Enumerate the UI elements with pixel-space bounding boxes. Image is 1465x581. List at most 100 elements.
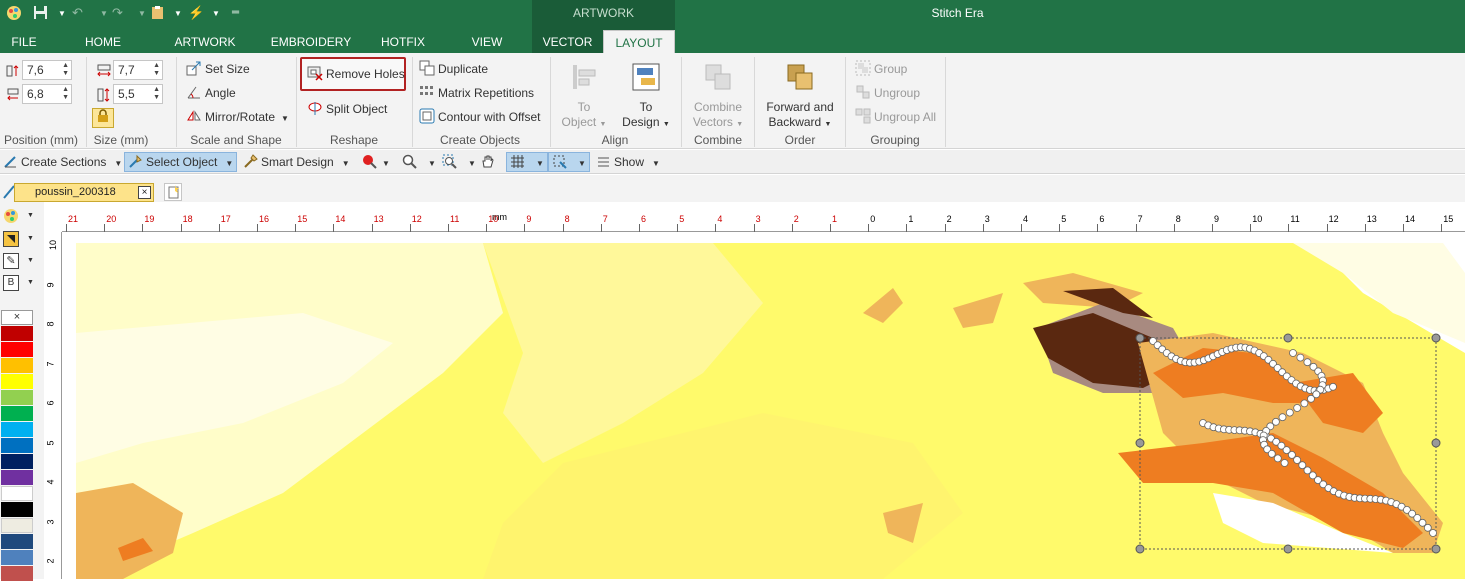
palette-wheel-icon[interactable]	[3, 208, 19, 227]
color-swatch[interactable]	[1, 326, 33, 341]
color-swatch[interactable]	[1, 390, 33, 405]
size-height-field[interactable]: 5,5 ▲ ▼	[113, 84, 163, 104]
color-picker-dropdown-icon[interactable]: ▼	[382, 159, 390, 168]
forward-backward-button[interactable]: Forward and Backward ▼	[762, 62, 838, 132]
zoom-area-dropdown-icon[interactable]: ▼	[468, 159, 476, 168]
pen-dropdown-icon[interactable]: ▼	[27, 257, 34, 264]
to-design-dropdown-icon[interactable]: ▼	[663, 121, 670, 128]
smart-design-tool[interactable]: Smart Design ▼	[243, 152, 350, 172]
undo-icon[interactable]: ↶	[72, 5, 83, 21]
pen-tool-icon[interactable]: ✎	[3, 253, 19, 269]
undo-dropdown-icon[interactable]: ▼	[100, 9, 108, 18]
vector-node[interactable]	[1273, 454, 1282, 463]
grid-tool[interactable]: ▼	[506, 152, 548, 172]
size-width-stepper-icon[interactable]: ▲ ▼	[153, 62, 160, 78]
color-swatch[interactable]	[1, 438, 33, 453]
border-tool-icon[interactable]: B	[3, 275, 19, 291]
mirror-rotate-button[interactable]: Mirror/Rotate ▼	[186, 107, 289, 127]
no-color-swatch[interactable]: ×	[1, 310, 33, 325]
position-y-stepper-icon[interactable]: ▲ ▼	[62, 86, 69, 102]
angle-button[interactable]: Angle	[186, 83, 236, 103]
tab-hotfix[interactable]: HOTFIX	[372, 30, 434, 53]
select-object-dropdown-icon[interactable]: ▼	[225, 159, 233, 168]
show-dropdown-icon[interactable]: ▼	[652, 159, 660, 168]
vector-node[interactable]	[1303, 358, 1312, 367]
vector-node[interactable]	[1429, 529, 1437, 537]
group-button[interactable]: Group	[855, 59, 907, 79]
color-swatch[interactable]	[1, 358, 33, 373]
vector-node[interactable]	[1307, 394, 1315, 403]
color-swatch[interactable]	[1, 374, 33, 389]
duplicate-button[interactable]: Duplicate	[419, 59, 488, 79]
split-object-button[interactable]: Split Object	[307, 99, 387, 119]
vector-node[interactable]	[1285, 408, 1294, 417]
palette-dropdown-icon[interactable]: ▼	[27, 212, 34, 219]
vector-node[interactable]	[1329, 382, 1337, 391]
color-swatch[interactable]	[1, 342, 33, 357]
lock-proportions-toggle[interactable]	[92, 108, 114, 128]
matrix-repetitions-button[interactable]: Matrix Repetitions	[419, 83, 534, 103]
vector-node[interactable]	[1278, 413, 1287, 422]
position-y-field[interactable]: 6,8 ▲ ▼	[22, 84, 72, 104]
vector-node[interactable]	[1280, 459, 1289, 467]
create-sections-dropdown-icon[interactable]: ▼	[114, 159, 122, 168]
snap-dropdown-icon[interactable]: ▼	[578, 159, 586, 168]
zoom-tool[interactable]: ▼	[402, 152, 436, 172]
color-swatch[interactable]	[1, 454, 33, 469]
lightning-icon[interactable]: ⚡	[188, 5, 204, 21]
fill-tool-icon[interactable]	[3, 231, 19, 247]
create-sections-tool[interactable]: Create Sections ▼	[3, 152, 122, 172]
align-to-design-button[interactable]: To Design ▼	[618, 62, 674, 132]
vector-node[interactable]	[1289, 349, 1297, 357]
snap-tool[interactable]: ▼	[548, 152, 590, 172]
show-menu[interactable]: Show ▼	[596, 152, 660, 172]
clipboard-dropdown-icon[interactable]: ▼	[174, 9, 182, 18]
zoom-dropdown-icon[interactable]: ▼	[428, 159, 436, 168]
forward-backward-dropdown-icon[interactable]: ▼	[825, 121, 832, 128]
color-picker-tool[interactable]: ▼	[362, 152, 390, 172]
to-object-dropdown-icon[interactable]: ▼	[600, 121, 607, 128]
vector-node[interactable]	[1296, 353, 1305, 362]
lightning-dropdown-icon[interactable]: ▼	[212, 9, 220, 18]
color-swatch[interactable]	[1, 470, 33, 485]
color-swatch[interactable]	[1, 550, 33, 565]
tab-file[interactable]: FILE	[0, 30, 48, 53]
tab-view[interactable]: VIEW	[461, 30, 513, 53]
customize-qat-icon[interactable]: ═	[232, 7, 239, 18]
size-width-field[interactable]: 7,7 ▲ ▼	[113, 60, 163, 80]
save-dropdown-icon[interactable]: ▼	[58, 9, 66, 18]
redo-icon[interactable]: ↷	[112, 5, 123, 21]
close-tab-icon[interactable]: ×	[138, 186, 151, 199]
align-to-object-button[interactable]: To Object ▼	[558, 62, 610, 132]
tab-home[interactable]: HOME	[72, 30, 134, 53]
color-swatch[interactable]	[1, 422, 33, 437]
ungroup-all-button[interactable]: Ungroup All	[855, 107, 936, 127]
color-swatch[interactable]	[1, 518, 33, 533]
save-icon[interactable]	[33, 5, 48, 23]
mirror-rotate-dropdown-icon[interactable]: ▼	[281, 114, 289, 123]
fill-dropdown-icon[interactable]: ▼	[27, 235, 34, 242]
color-swatch[interactable]	[1, 534, 33, 549]
design-canvas[interactable]	[63, 233, 1465, 579]
tab-vector[interactable]: VECTOR	[532, 30, 603, 53]
remove-holes-button[interactable]: Remove Holes	[300, 57, 406, 91]
vector-node[interactable]	[1300, 399, 1309, 408]
ungroup-button[interactable]: Ungroup	[855, 83, 920, 103]
color-swatch[interactable]	[1, 502, 33, 517]
tab-embroidery[interactable]: EMBROIDERY	[266, 30, 356, 53]
border-dropdown-icon[interactable]: ▼	[27, 279, 34, 286]
app-logo-icon[interactable]	[5, 4, 23, 25]
tab-layout[interactable]: LAYOUT	[603, 30, 675, 53]
vector-node[interactable]	[1293, 404, 1302, 412]
clipboard-icon[interactable]	[150, 5, 165, 23]
redo-dropdown-icon[interactable]: ▼	[138, 9, 146, 18]
pan-tool[interactable]	[480, 152, 498, 172]
document-tab[interactable]: poussin_200318 ×	[14, 183, 154, 202]
combine-vectors-button[interactable]: Combine Vectors ▼	[688, 62, 748, 132]
combine-dropdown-icon[interactable]: ▼	[736, 121, 743, 128]
position-x-stepper-icon[interactable]: ▲ ▼	[62, 62, 69, 78]
tab-artwork[interactable]: ARTWORK	[164, 30, 246, 53]
color-swatch[interactable]	[1, 406, 33, 421]
size-height-stepper-icon[interactable]: ▲ ▼	[153, 86, 160, 102]
color-swatch[interactable]	[1, 486, 33, 501]
